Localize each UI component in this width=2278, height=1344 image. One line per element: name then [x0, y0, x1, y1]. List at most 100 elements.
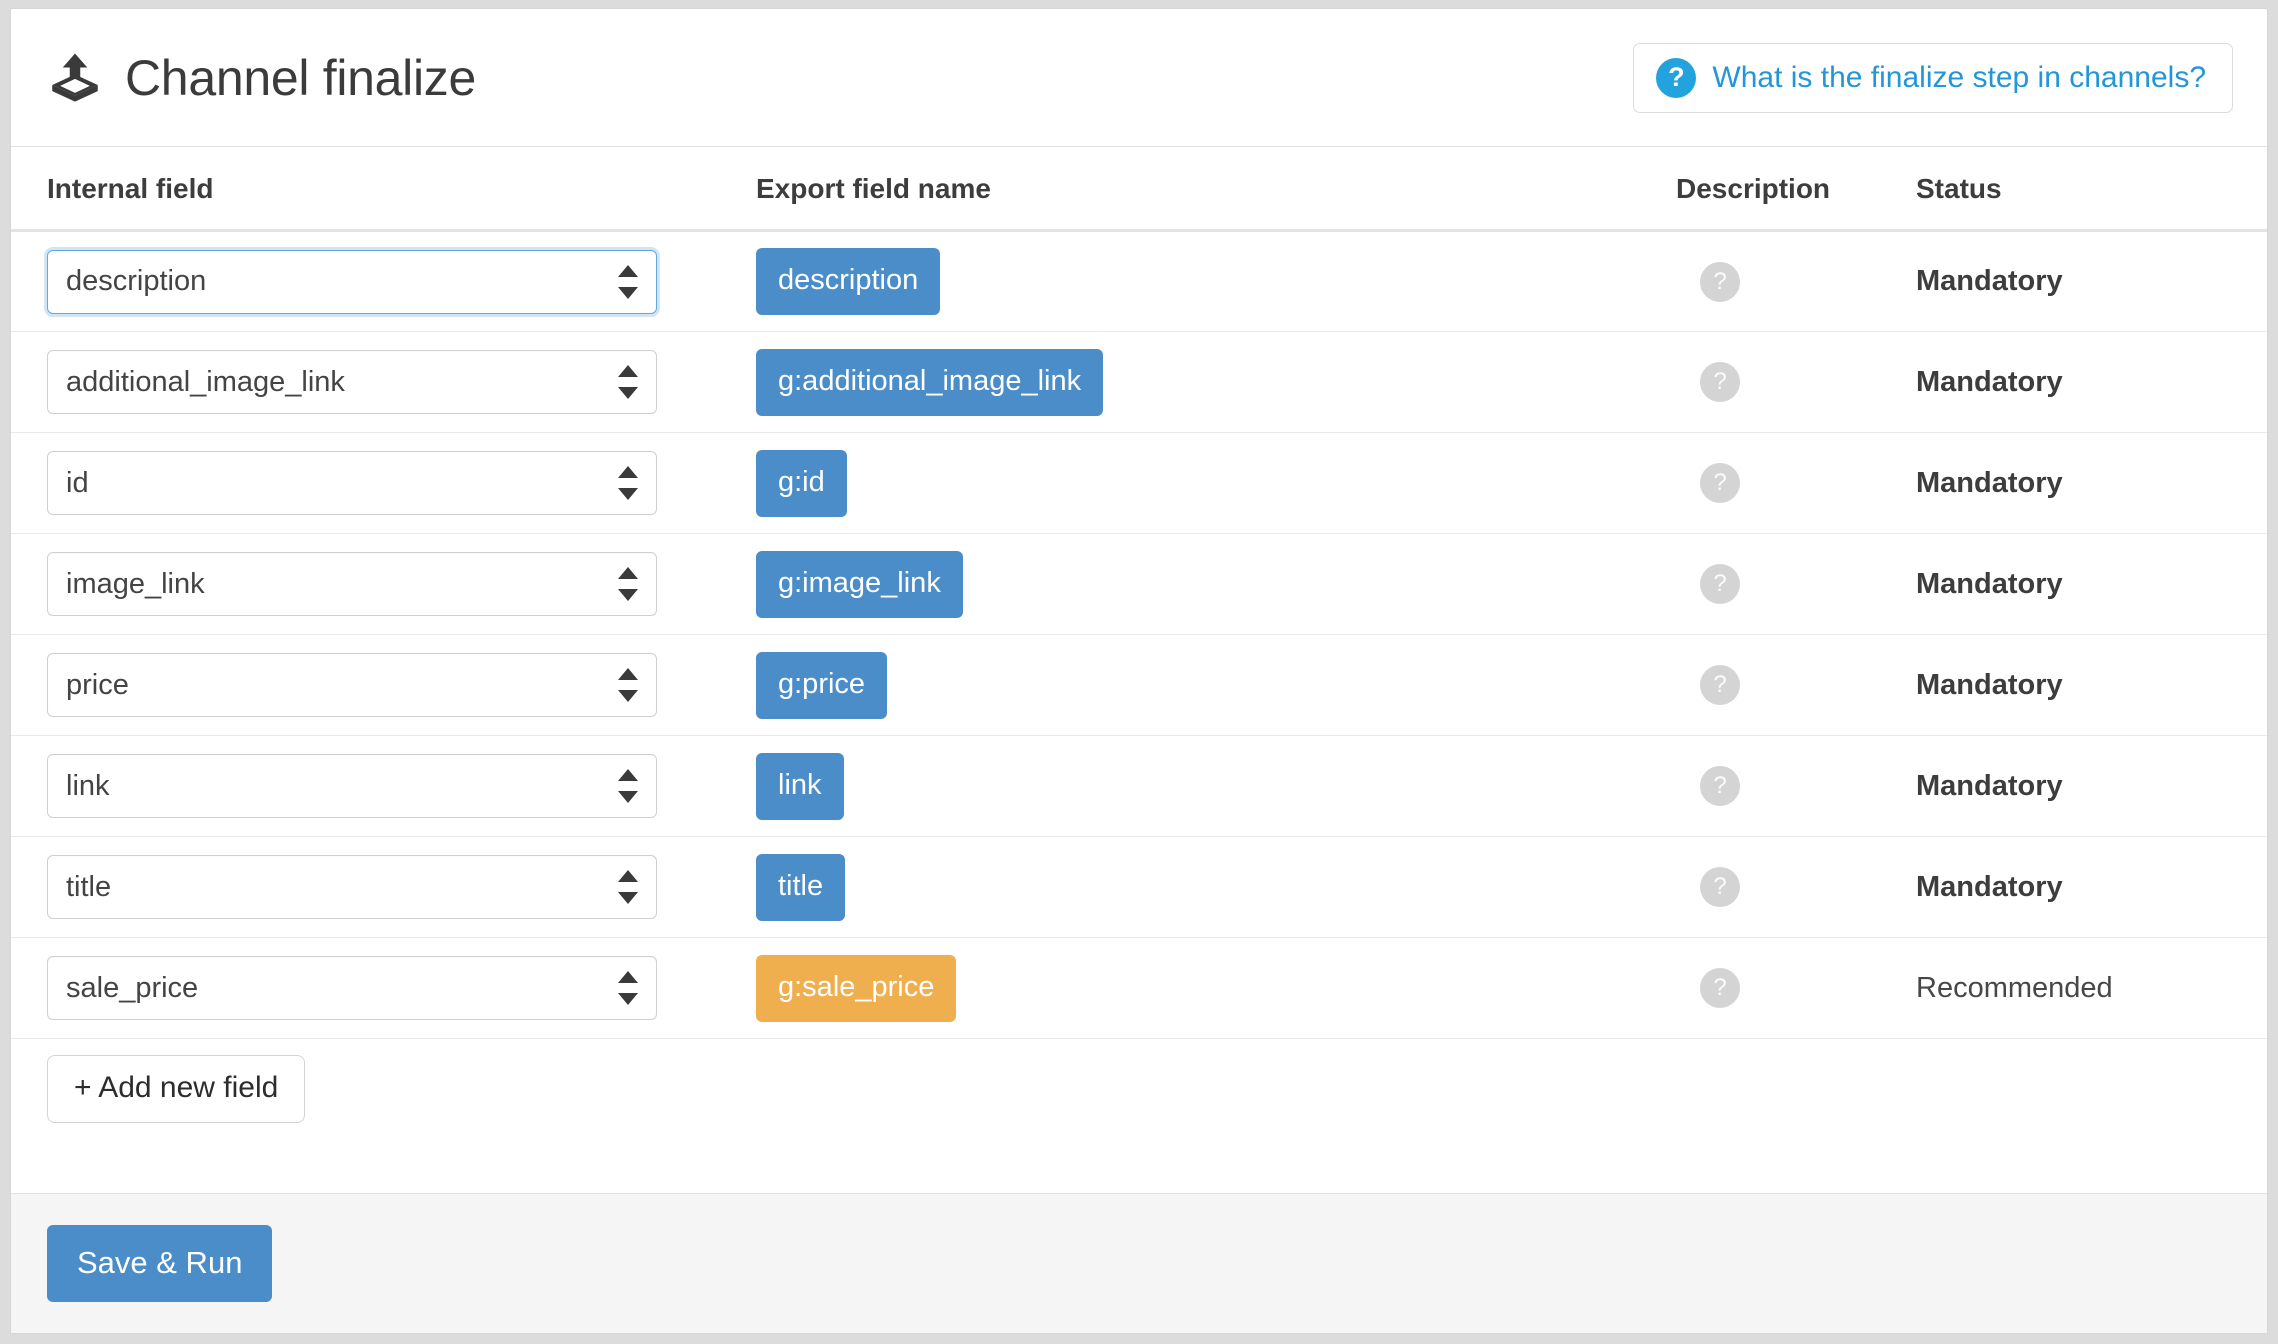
description-help-icon[interactable]: ?: [1700, 867, 1740, 907]
export-field-badge[interactable]: g:id: [756, 449, 847, 517]
column-header-internal-field: Internal field: [11, 147, 756, 232]
internal-field-select[interactable]: title: [47, 855, 657, 919]
description-cell: ?: [1676, 836, 1916, 938]
description-help-icon[interactable]: ?: [1700, 564, 1740, 604]
description-help-icon[interactable]: ?: [1700, 766, 1740, 806]
export-field-badge[interactable]: title: [756, 853, 846, 921]
description-cell: ?: [1676, 533, 1916, 635]
chevron-updown-icon: [618, 668, 638, 702]
internal-field-select[interactable]: id: [47, 451, 657, 515]
export-field-badge[interactable]: g:price: [756, 651, 888, 719]
table-row: id g:id? Mandatory: [11, 432, 2267, 534]
fields-table-head: Internal field Export field name Descrip…: [11, 147, 2267, 232]
internal-field-select[interactable]: price: [47, 653, 657, 717]
status-cell: Mandatory: [1916, 735, 2267, 837]
description-cell: ?: [1676, 735, 1916, 837]
export-field-cell: description: [756, 230, 1676, 332]
app-screen: Channel finalize ? What is the finalize …: [0, 0, 2278, 1344]
page-title: Channel finalize: [125, 49, 476, 106]
status-badge: Mandatory: [1916, 870, 2063, 903]
description-help-icon[interactable]: ?: [1700, 362, 1740, 402]
table-row: link link? Mandatory: [11, 735, 2267, 837]
internal-field-cell: additional_image_link: [11, 331, 756, 433]
internal-field-select-value: id: [66, 468, 89, 498]
internal-field-select-value: price: [66, 670, 129, 700]
internal-field-select-value: title: [66, 872, 112, 902]
export-field-cell: g:image_link: [756, 533, 1676, 635]
description-cell: ?: [1676, 937, 1916, 1039]
status-cell: Mandatory: [1916, 533, 2267, 635]
internal-field-select-value: sale_price: [66, 973, 199, 1003]
description-cell: ?: [1676, 230, 1916, 332]
status-cell: Mandatory: [1916, 432, 2267, 534]
export-field-cell: g:id: [756, 432, 1676, 534]
chevron-updown-icon: [618, 264, 638, 299]
add-field-row: + Add new field: [11, 1039, 2267, 1140]
finalize-help-button[interactable]: ? What is the finalize step in channels?: [1633, 42, 2233, 113]
internal-field-select[interactable]: link: [47, 754, 657, 818]
description-help-icon[interactable]: ?: [1700, 665, 1740, 705]
internal-field-select[interactable]: additional_image_link: [47, 350, 657, 414]
status-cell: Mandatory: [1916, 836, 2267, 938]
export-field-badge[interactable]: g:additional_image_link: [756, 348, 1104, 416]
chevron-updown-icon: [618, 466, 638, 500]
internal-field-select-value: image_link: [66, 569, 205, 599]
chevron-updown-icon: [618, 870, 638, 904]
table-row: title title? Mandatory: [11, 836, 2267, 938]
status-badge: Mandatory: [1916, 769, 2063, 802]
description-help-icon[interactable]: ?: [1700, 968, 1740, 1008]
internal-field-cell: image_link: [11, 533, 756, 635]
export-field-badge[interactable]: g:image_link: [756, 550, 963, 618]
internal-field-select[interactable]: sale_price: [47, 956, 657, 1020]
table-row: image_link g:image_link? Mandatory: [11, 533, 2267, 635]
internal-field-cell: description: [11, 230, 756, 332]
chevron-updown-icon: [618, 769, 638, 803]
table-row: price g:price? Mandatory: [11, 634, 2267, 736]
internal-field-select-value: link: [66, 771, 110, 801]
internal-field-cell: id: [11, 432, 756, 534]
export-field-cell: g:additional_image_link: [756, 331, 1676, 433]
status-cell: Recommended: [1916, 937, 2267, 1039]
internal-field-cell: price: [11, 634, 756, 736]
table-row: additional_image_link g:additional_image_…: [11, 331, 2267, 433]
page-header: Channel finalize ? What is the finalize …: [11, 9, 2267, 147]
add-field-section: + Add new field: [11, 1039, 2267, 1140]
internal-field-select[interactable]: image_link: [47, 552, 657, 616]
save-and-run-button[interactable]: Save & Run: [47, 1225, 273, 1302]
internal-field-select[interactable]: description: [47, 249, 657, 314]
status-badge: Mandatory: [1916, 466, 2063, 499]
export-field-cell: title: [756, 836, 1676, 938]
status-badge: Mandatory: [1916, 668, 2063, 701]
description-help-icon[interactable]: ?: [1700, 261, 1740, 302]
export-field-cell: g:price: [756, 634, 1676, 736]
internal-field-cell: title: [11, 836, 756, 938]
internal-field-select-value: description: [66, 267, 207, 296]
status-cell: Mandatory: [1916, 230, 2267, 332]
internal-field-cell: link: [11, 735, 756, 837]
fields-table-body: description description? Mandatory addition…: [11, 230, 2267, 1039]
status-badge: Mandatory: [1916, 265, 2063, 297]
description-cell: ?: [1676, 634, 1916, 736]
description-help-icon[interactable]: ?: [1700, 463, 1740, 503]
chevron-updown-icon: [618, 567, 638, 601]
channel-finalize-card: Channel finalize ? What is the finalize …: [10, 8, 2268, 1334]
status-badge: Mandatory: [1916, 365, 2063, 398]
export-field-badge[interactable]: link: [756, 752, 844, 820]
description-cell: ?: [1676, 432, 1916, 534]
add-field-cell: + Add new field: [11, 1039, 2267, 1140]
export-box-icon: [52, 53, 98, 102]
finalize-help-label: What is the finalize step in channels?: [1712, 60, 2206, 94]
add-new-field-button[interactable]: + Add new field: [47, 1055, 306, 1124]
column-header-export-field-name: Export field name: [756, 147, 1676, 232]
status-cell: Mandatory: [1916, 331, 2267, 433]
export-field-badge[interactable]: description: [756, 248, 941, 315]
column-header-status: Status: [1916, 147, 2267, 232]
page-title-group: Channel finalize: [47, 50, 476, 106]
description-cell: ?: [1676, 331, 1916, 433]
fields-table: Internal field Export field name Descrip…: [11, 147, 2267, 1140]
chevron-updown-icon: [618, 971, 638, 1005]
status-badge: Recommended: [1916, 971, 2113, 1004]
internal-field-cell: sale_price: [11, 937, 756, 1039]
export-field-badge[interactable]: g:sale_price: [756, 954, 957, 1022]
question-mark-circle-icon: ?: [1656, 57, 1697, 98]
